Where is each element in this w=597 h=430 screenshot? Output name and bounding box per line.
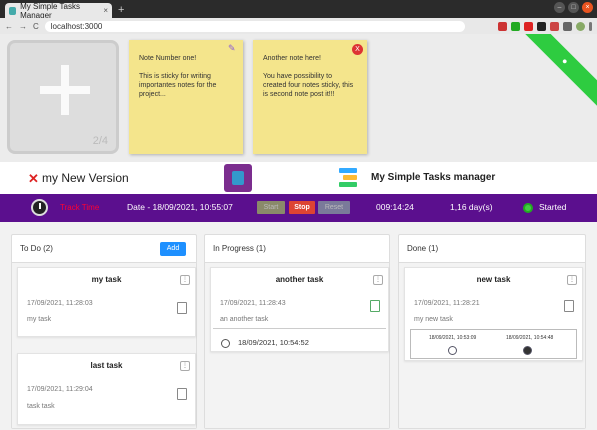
sticky-note[interactable]: X Another note here! You have possibilit…: [253, 40, 367, 154]
back-icon[interactable]: ←: [5, 22, 13, 31]
plus-icon: [40, 65, 90, 115]
tracker-date: Date - 18/09/2021, 10:55:07: [127, 202, 233, 212]
note-text: This is sticky for writing importantes n…: [139, 73, 217, 98]
task-menu-icon[interactable]: ⋮: [373, 275, 383, 285]
window-controls: – □ ×: [554, 2, 593, 13]
task-title: my task: [91, 275, 122, 284]
browser-chrome: My Simple Tasks Manager × + – □ × ← → C …: [0, 0, 597, 34]
start-button[interactable]: Start: [257, 201, 285, 214]
task-timestamp: 17/09/2021, 11:28:03: [27, 300, 93, 307]
address-bar: ← → C localhost:3000: [0, 18, 597, 34]
column-todo: To Do (2) Add my task ⋮ 17/09/2021, 11:2…: [11, 234, 197, 429]
delete-note-icon[interactable]: X: [352, 44, 363, 55]
clipboard-icon[interactable]: [177, 302, 187, 314]
track-time-label: Track Time: [60, 203, 100, 212]
task-card[interactable]: last task ⋮ 17/09/2021, 11:29:04 task ta…: [17, 353, 196, 425]
elapsed-time: 009:14:24: [376, 202, 414, 212]
clock-icon: [31, 199, 48, 216]
extension-icon[interactable]: [524, 21, 533, 31]
menu-icon[interactable]: [589, 21, 592, 31]
note-text: Note Number one!: [139, 55, 197, 62]
task-description: my new task: [414, 316, 453, 323]
forward-icon[interactable]: →: [19, 22, 27, 31]
tab-title: My Simple Tasks Manager: [20, 1, 80, 20]
timer-start: 18/09/2021, 10:54:52: [238, 338, 309, 347]
task-menu-icon[interactable]: ⋮: [180, 275, 190, 285]
task-card[interactable]: new task ⋮ 17/09/2021, 11:28:21 my new t…: [404, 267, 583, 361]
task-title: last task: [90, 361, 123, 370]
column-title: To Do (2): [20, 244, 53, 253]
task-menu-icon[interactable]: ⋮: [567, 275, 577, 285]
column-in-progress: In Progress (1) another task ⋮ 17/09/202…: [204, 234, 390, 429]
github-icon: ●: [559, 55, 571, 67]
column-done: Done (1) new task ⋮ 17/09/2021, 11:28:21…: [398, 234, 586, 429]
add-note-button[interactable]: 2/4: [7, 40, 119, 154]
new-tab-button[interactable]: +: [118, 4, 124, 16]
task-description: my task: [27, 316, 52, 323]
column-body: my task ⋮ 17/09/2021, 11:28:03 my task l…: [12, 262, 196, 428]
task-menu-icon[interactable]: ⋮: [180, 361, 190, 371]
done-clipboard-icon[interactable]: [564, 300, 574, 312]
minimize-icon[interactable]: –: [554, 2, 565, 13]
title-bar: ✕ my New Version My Simple Tasks manager: [0, 162, 597, 194]
sticky-notes-area: 2/4 ✎ Note Number one! This is sticky fo…: [0, 34, 597, 162]
app-name: My Simple Tasks manager: [371, 172, 496, 183]
status-dot-icon: [523, 203, 533, 213]
clipboard-icon[interactable]: [177, 388, 187, 400]
page: 2/4 ✎ Note Number one! This is sticky fo…: [0, 34, 597, 430]
end-time: 18/09/2021, 10:54:48: [506, 335, 554, 341]
note-text: Another note here!: [263, 55, 321, 62]
tab-close-icon[interactable]: ×: [103, 6, 108, 15]
stop-button[interactable]: Stop: [289, 201, 315, 214]
note-text: You have possibility to created four not…: [263, 73, 354, 98]
add-task-button[interactable]: Add: [160, 242, 186, 256]
task-card[interactable]: my task ⋮ 17/09/2021, 11:28:03 my task: [17, 267, 196, 337]
github-ribbon[interactable]: ●: [516, 34, 597, 110]
column-body: new task ⋮ 17/09/2021, 11:28:21 my new t…: [399, 262, 585, 428]
time-summary: 18/09/2021, 10:53:09 18/09/2021, 10:54:4…: [410, 329, 577, 359]
stopwatch-end-icon: [523, 346, 532, 355]
task-title: new task: [476, 275, 511, 284]
note-counter: 2/4: [92, 135, 108, 147]
divider: [213, 328, 386, 329]
task-timestamp: 17/09/2021, 11:29:04: [27, 386, 93, 393]
sticky-note[interactable]: ✎ Note Number one! This is sticky for wr…: [129, 40, 243, 154]
reload-icon[interactable]: C: [33, 22, 39, 31]
extensions: [498, 21, 592, 31]
extension-icon[interactable]: [498, 21, 507, 31]
puzzle-icon[interactable]: [563, 21, 572, 31]
time-tracker: Track Time Date - 18/09/2021, 10:55:07 S…: [0, 194, 597, 222]
pin-icon[interactable]: ✎: [228, 44, 238, 54]
task-card[interactable]: another task ⋮ 17/09/2021, 11:28:43 an a…: [210, 267, 389, 352]
timer-clipboard-icon[interactable]: [370, 300, 380, 312]
tasks-logo-icon: [339, 168, 361, 188]
task-timestamp: 17/09/2021, 11:28:21: [414, 300, 480, 307]
status-label: Started: [539, 202, 567, 212]
task-description: task task: [27, 403, 55, 410]
start-time: 18/09/2021, 10:53:09: [429, 335, 477, 341]
stopwatch-start-icon: [448, 346, 457, 355]
column-body: another task ⋮ 17/09/2021, 11:28:43 an a…: [205, 262, 389, 428]
url-field[interactable]: localhost:3000: [44, 20, 465, 32]
task-title: another task: [275, 275, 324, 284]
profile-avatar[interactable]: [576, 21, 585, 31]
task-timestamp: 17/09/2021, 11:28:43: [220, 300, 286, 307]
close-version-icon[interactable]: ✕: [28, 171, 39, 187]
task-description: an another task: [220, 316, 269, 323]
favicon-icon: [9, 6, 17, 15]
extension-icon[interactable]: [511, 21, 520, 31]
reset-button[interactable]: Reset: [318, 201, 350, 214]
extension-icon[interactable]: [550, 21, 559, 31]
extension-icon[interactable]: [537, 21, 546, 31]
timer-row: 18/09/2021, 10:54:52: [221, 338, 309, 348]
maximize-icon[interactable]: □: [568, 2, 579, 13]
column-title: Done (1): [407, 244, 439, 253]
browser-tab[interactable]: My Simple Tasks Manager ×: [5, 1, 112, 20]
elapsed-days: 1,16 day(s): [450, 202, 493, 212]
column-title: In Progress (1): [213, 244, 266, 253]
version-label: my New Version: [42, 171, 129, 185]
stopwatch-icon: [221, 338, 230, 348]
window-close-icon[interactable]: ×: [582, 2, 593, 13]
robot-logo-icon: [224, 164, 252, 192]
